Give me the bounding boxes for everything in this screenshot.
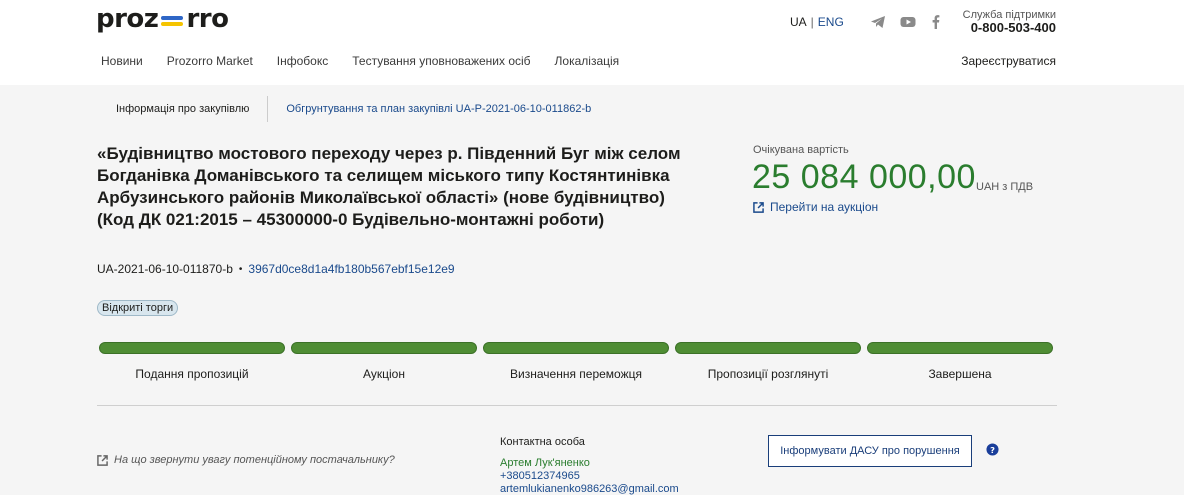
tender-ids: UA-2021-06-10-011870-b • 3967d0ce8d1a4fb… [97,262,455,276]
procedure-badge: Відкриті торги [97,300,179,316]
report-dasu-button[interactable]: Інформувати ДАСУ про порушення [768,435,972,467]
stage-label: Завершена [928,367,992,381]
help-icon[interactable]: ? [986,443,999,456]
expected-value-amount: 25 084 000,00 [752,158,976,196]
stage-bar [483,342,669,354]
external-link-icon [753,201,764,213]
register-link[interactable]: Зареєструватися [961,54,1056,68]
telegram-icon[interactable] [870,14,886,30]
stage-label: Аукціон [363,367,405,381]
id-bullet: • [238,263,243,275]
external-link-icon [97,454,108,466]
contact-phone[interactable]: +380512374965 [500,470,580,482]
stage-bar [867,342,1053,354]
tab-procurement-info[interactable]: Інформація про закупівлю [96,96,269,122]
nav-item-news[interactable]: Новини [101,54,143,68]
nav-item-testing[interactable]: Тестування уповноважених осіб [352,54,530,68]
stage-label: Пропозиції розглянуті [707,367,829,381]
facebook-icon[interactable] [928,14,944,30]
tender-title: «Будівництво мостового переходу через р.… [97,144,681,229]
stage-completed: Завершена [867,342,1053,381]
stage-winner: Визначення переможця [483,342,669,381]
stage-reviewed: Пропозиції розглянуті [675,342,861,381]
auction-link-label: Перейти на аукціон [770,200,879,214]
flag-icon [159,10,185,28]
stage-proposals: Подання пропозицій [99,342,285,381]
supplier-attention-link[interactable]: На що звернути увагу потенційному постач… [97,454,395,466]
nav-item-localization[interactable]: Локалізація [555,54,620,68]
auction-link[interactable]: Перейти на аукціон [753,200,878,214]
tab-plan-link[interactable]: Обгрунтування та план закупівлі UA-P-202… [268,103,591,115]
support-phone[interactable]: 0-800-503-400 [971,20,1056,35]
nav-item-infobox[interactable]: Інфобокс [277,54,328,68]
svg-text:?: ? [990,445,995,455]
lang-eng[interactable]: ENG [818,15,844,29]
stage-bar [675,342,861,354]
main-nav: Новини Prozorro Market Інфобокс Тестуван… [101,54,643,68]
tender-id: UA-2021-06-10-011870-b [97,262,233,276]
stage-bar [291,342,477,354]
stage-bar [99,342,285,354]
nav-item-market[interactable]: Prozorro Market [167,54,253,68]
expected-value-label: Очікувана вартість [753,144,849,156]
stage-label: Подання пропозицій [135,367,249,381]
section-divider [97,405,1057,406]
stage-auction: Аукціон [291,342,477,381]
contact-email[interactable]: artemlukianenko986263@gmail.com [500,483,679,495]
lang-separator: | [810,15,814,29]
youtube-icon[interactable] [900,14,916,30]
stage-label: Визначення переможця [510,367,642,381]
logo-text-right: rro [186,4,229,34]
tender-hash-link[interactable]: 3967d0ce8d1a4fb180b567ebf15e12e9 [248,262,454,276]
logo-text-left: proz [96,4,159,34]
contact-heading: Контактна особа [500,436,585,448]
top-header: proz rro UA | ENG Служба підтримки 0-800-50… [0,0,1184,85]
contact-name: Артем Лук'яненко [500,457,590,469]
tender-subnav: Інформація про закупівлю Обгрунтування т… [96,96,591,122]
language-switcher: UA | ENG [790,15,844,29]
lang-ua[interactable]: UA [790,15,807,29]
prozorro-logo[interactable]: proz rro [96,4,229,34]
supplier-attention-label: На що звернути увагу потенційному постач… [114,454,395,466]
expected-value-currency: UAH з ПДВ [976,181,1034,193]
